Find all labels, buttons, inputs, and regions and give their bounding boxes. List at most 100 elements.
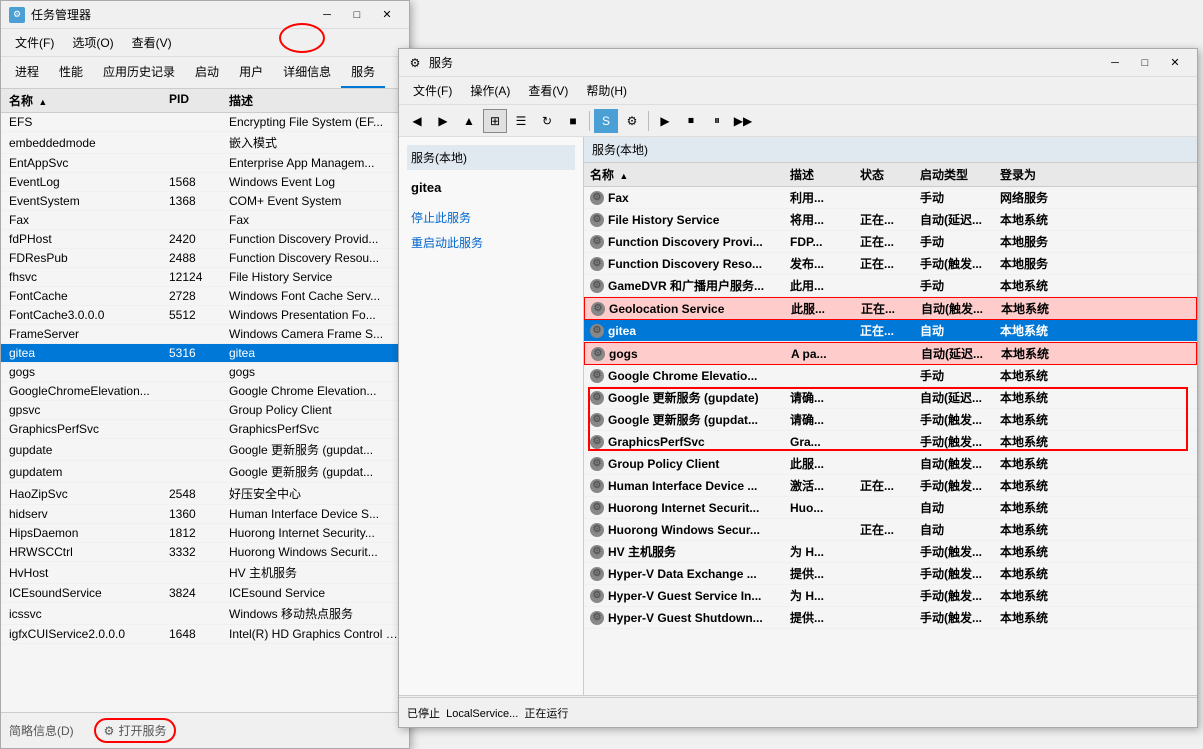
tm-table-row[interactable]: gpsvc Group Policy Client [1, 401, 409, 420]
taskmanager-menubar: 文件(F) 选项(O) 查看(V) [1, 29, 409, 57]
tm-table-row[interactable]: HipsDaemon 1812 Huorong Internet Securit… [1, 524, 409, 543]
svc-table-row[interactable]: gogs A pa... 自动(延迟... 本地系统 [584, 342, 1197, 365]
tm-table-row[interactable]: HRWSCCtrl 3332 Huorong Windows Securit..… [1, 543, 409, 562]
toolbar-refresh-button[interactable]: ↻ [535, 109, 559, 133]
stop-service-link[interactable]: 停止此服务 [407, 207, 575, 228]
tm-table-row[interactable]: gupdatem Google 更新服务 (gupdat... [1, 461, 409, 483]
taskmanager-title: 任务管理器 [31, 6, 91, 23]
brief-info-link[interactable]: 简略信息(D) [9, 722, 74, 739]
menu-file[interactable]: 文件(F) [7, 31, 62, 54]
svc-row-status: 正在... [860, 322, 920, 339]
tm-row-name: gitea [9, 346, 169, 360]
tm-table-row[interactable]: Fax Fax [1, 211, 409, 230]
svc-table-row[interactable]: Hyper-V Data Exchange ... 提供... 手动(触发...… [584, 563, 1197, 585]
svc-right-panel: 服务(本地) 名称 ▲ 描述 状态 启动类型 登录为 Fax 利用... 手动 … [584, 137, 1197, 695]
toolbar-stop-button[interactable]: ■ [561, 109, 585, 133]
tm-table-row[interactable]: gogs gogs [1, 363, 409, 382]
toolbar-tree-button[interactable]: ⊞ [483, 109, 507, 133]
toolbar-resume-button[interactable]: ▶▶ [731, 109, 755, 133]
tm-table-row[interactable]: HaoZipSvc 2548 好压安全中心 [1, 483, 409, 505]
tm-table-row[interactable]: FontCache3.0.0.0 5512 Windows Presentati… [1, 306, 409, 325]
svc-table-row[interactable]: Huorong Windows Secur... 正在... 自动 本地系统 [584, 519, 1197, 541]
toolbar-services-button[interactable]: S [594, 109, 618, 133]
svc-table-row[interactable]: Hyper-V Guest Service In... 为 H... 手动(触发… [584, 585, 1197, 607]
tm-table-row[interactable]: FDResPub 2488 Function Discovery Resou..… [1, 249, 409, 268]
svc-table-row[interactable]: Hyper-V Guest Shutdown... 提供... 手动(触发...… [584, 607, 1197, 629]
toolbar-up-button[interactable]: ▲ [457, 109, 481, 133]
tm-row-pid: 3332 [169, 545, 229, 559]
svc-table-row[interactable]: Function Discovery Provi... FDP... 正在...… [584, 231, 1197, 253]
svc-row-status: 正在... [860, 233, 920, 250]
toolbar-forward-button[interactable]: ▶ [431, 109, 455, 133]
svc-row-desc: 此服... [790, 455, 860, 472]
tm-table-row[interactable]: EventSystem 1368 COM+ Event System [1, 192, 409, 211]
svc-table-row[interactable]: Group Policy Client 此服... 自动(触发... 本地系统 [584, 453, 1197, 475]
svc-col-header-status: 状态 [860, 166, 920, 183]
svc-menu-view[interactable]: 查看(V) [520, 79, 576, 102]
svc-table-row[interactable]: HV 主机服务 为 H... 手动(触发... 本地系统 [584, 541, 1197, 563]
tab-startup[interactable]: 启动 [185, 57, 229, 88]
toolbar-play-button[interactable]: ▶ [653, 109, 677, 133]
tm-table-row[interactable]: ICEsoundService 3824 ICEsound Service [1, 584, 409, 603]
tm-table-row[interactable]: igfxCUIService2.0.0.0 1648 Intel(R) HD G… [1, 625, 409, 644]
tab-process[interactable]: 进程 [5, 57, 49, 88]
menu-options[interactable]: 选项(O) [64, 31, 121, 54]
svc-table-row[interactable]: Fax 利用... 手动 网络服务 [584, 187, 1197, 209]
svc-row-startup: 手动(触发... [920, 587, 1000, 604]
tm-table-row[interactable]: gupdate Google 更新服务 (gupdat... [1, 439, 409, 461]
svc-table-row[interactable]: Google 更新服务 (gupdate) 请确... 自动(延迟... 本地系… [584, 387, 1197, 409]
svc-menu-action[interactable]: 操作(A) [462, 79, 518, 102]
svc-table-row[interactable]: File History Service 将用... 正在... 自动(延迟..… [584, 209, 1197, 231]
toolbar-pause-button[interactable]: ⏸ [705, 109, 729, 133]
maximize-button[interactable]: □ [343, 5, 371, 25]
tm-table-row[interactable]: fhsvc 12124 File History Service [1, 268, 409, 287]
toolbar-config-button[interactable]: ⚙ [620, 109, 644, 133]
tab-performance[interactable]: 性能 [49, 57, 93, 88]
tm-row-name: GraphicsPerfSvc [9, 422, 169, 436]
toolbar-back-button[interactable]: ◀ [405, 109, 429, 133]
minimize-button[interactable]: ─ [313, 5, 341, 25]
tm-table-row[interactable]: icssvc Windows 移动热点服务 [1, 603, 409, 625]
tab-app-history[interactable]: 应用历史记录 [93, 57, 185, 88]
tm-table-row[interactable]: fdPHost 2420 Function Discovery Provid..… [1, 230, 409, 249]
svc-minimize-button[interactable]: ─ [1101, 53, 1129, 73]
svc-table-row[interactable]: Google Chrome Elevatio... 手动 本地系统 [584, 365, 1197, 387]
tm-table-row[interactable]: hidserv 1360 Human Interface Device S... [1, 505, 409, 524]
tm-table-row[interactable]: GoogleChromeElevation... Google Chrome E… [1, 382, 409, 401]
tm-table-row[interactable]: GraphicsPerfSvc GraphicsPerfSvc [1, 420, 409, 439]
tm-table-row[interactable]: EFS Encrypting File System (EF... [1, 113, 409, 132]
svc-table-row[interactable]: Geolocation Service 此服... 正在... 自动(触发...… [584, 297, 1197, 320]
tm-row-desc: 好压安全中心 [229, 485, 401, 502]
toolbar-list-button[interactable]: ☰ [509, 109, 533, 133]
svc-table-row[interactable]: Function Discovery Reso... 发布... 正在... 手… [584, 253, 1197, 275]
open-services-link[interactable]: ⚙ 打开服务 [94, 718, 177, 743]
svc-maximize-button[interactable]: □ [1131, 53, 1159, 73]
tm-table-row[interactable]: FontCache 2728 Windows Font Cache Serv..… [1, 287, 409, 306]
tm-table-row[interactable]: gitea 5316 gitea [1, 344, 409, 363]
menu-view[interactable]: 查看(V) [124, 31, 180, 54]
svc-table-row[interactable]: GraphicsPerfSvc Gra... 手动(触发... 本地系统 [584, 431, 1197, 453]
svc-menu-file[interactable]: 文件(F) [405, 79, 460, 102]
tm-row-pid: 3824 [169, 586, 229, 600]
tm-table-row[interactable]: embeddedmode 嵌入模式 [1, 132, 409, 154]
svc-table-row[interactable]: gitea 正在... 自动 本地系统 [584, 320, 1197, 342]
svc-menu-help[interactable]: 帮助(H) [578, 79, 635, 102]
svc-main: 服务(本地) gitea 停止此服务 重启动此服务 服务(本地) 名称 ▲ 描述… [399, 137, 1197, 695]
toolbar-stop2-button[interactable]: ⏹ [679, 109, 703, 133]
tab-users[interactable]: 用户 [229, 57, 273, 88]
tm-table-row[interactable]: HvHost HV 主机服务 [1, 562, 409, 584]
tab-services[interactable]: 服务 [341, 57, 385, 88]
svc-table-row[interactable]: GameDVR 和广播用户服务... 此用... 手动 本地系统 [584, 275, 1197, 297]
close-button[interactable]: ✕ [373, 5, 401, 25]
svc-left-panel: 服务(本地) gitea 停止此服务 重启动此服务 [399, 137, 584, 695]
svc-table-row[interactable]: Huorong Internet Securit... Huo... 自动 本地… [584, 497, 1197, 519]
tm-table-row[interactable]: EventLog 1568 Windows Event Log [1, 173, 409, 192]
tab-details[interactable]: 详细信息 [273, 57, 341, 88]
restart-service-link[interactable]: 重启动此服务 [407, 232, 575, 253]
toolbar-divider2 [648, 111, 649, 131]
svc-close-button[interactable]: ✕ [1161, 53, 1189, 73]
tm-table-row[interactable]: FrameServer Windows Camera Frame S... [1, 325, 409, 344]
svc-table-row[interactable]: Human Interface Device ... 激活... 正在... 手… [584, 475, 1197, 497]
svc-table-row[interactable]: Google 更新服务 (gupdat... 请确... 手动(触发... 本地… [584, 409, 1197, 431]
tm-table-row[interactable]: EntAppSvc Enterprise App Managem... [1, 154, 409, 173]
